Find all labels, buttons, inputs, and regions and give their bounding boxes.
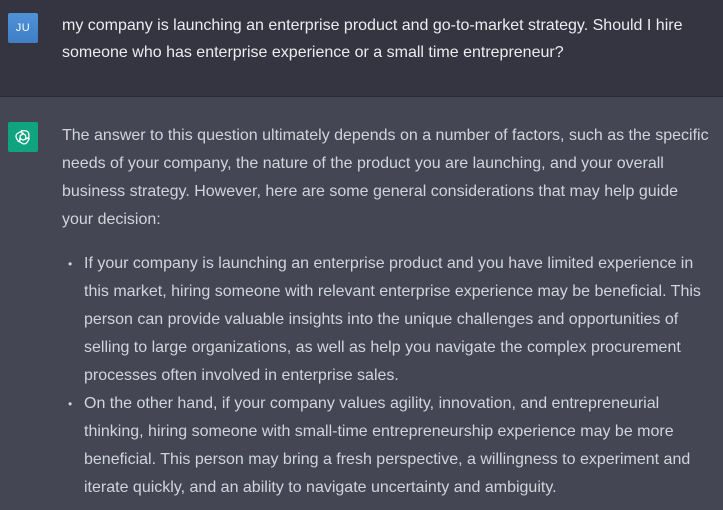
bullet-icon: • <box>68 397 73 411</box>
assistant-message-row: The answer to this question ultimately d… <box>0 97 723 510</box>
list-item: • If your company is launching an enterp… <box>62 250 712 390</box>
user-message-text: my company is launching an enterprise pr… <box>62 17 683 61</box>
user-message-row: JU my company is launching an enterprise… <box>0 0 723 97</box>
assistant-points-list: • If your company is launching an enterp… <box>62 250 712 502</box>
list-item: • On the other hand, if your company val… <box>62 390 712 502</box>
openai-logo-icon <box>15 130 30 145</box>
bullet-icon: • <box>68 257 73 271</box>
assistant-avatar <box>8 122 38 152</box>
list-item-text: On the other hand, if your company value… <box>84 395 691 496</box>
list-item-text: If your company is launching an enterpri… <box>84 255 701 384</box>
user-avatar: JU <box>8 13 38 43</box>
assistant-intro: The answer to this question ultimately d… <box>62 127 709 228</box>
assistant-message: The answer to this question ultimately d… <box>62 122 712 502</box>
